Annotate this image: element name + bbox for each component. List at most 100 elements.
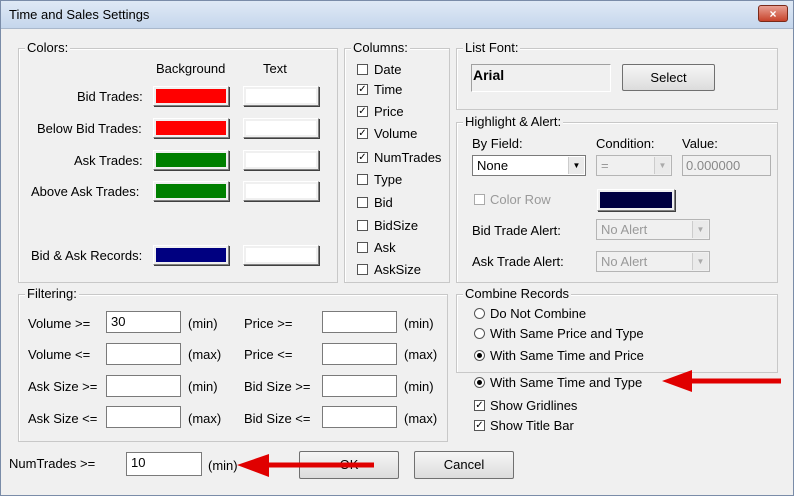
bid-trades-text-swatch[interactable] (243, 86, 319, 106)
show-title-bar-checkbox[interactable]: ✓ (474, 420, 485, 431)
bid-ask-records-label: Bid & Ask Records: (31, 248, 143, 263)
ask-trade-alert-label: Ask Trade Alert: (472, 254, 564, 269)
price-min-unit: (min) (404, 316, 434, 331)
font-name-value: Arial (473, 67, 505, 83)
do-not-combine-radio[interactable] (474, 308, 485, 319)
volume-min-field[interactable]: 30 (106, 311, 181, 333)
window-title: Time and Sales Settings (9, 7, 150, 22)
volume-min-label: Volume >= (28, 316, 91, 331)
color-row-checkbox[interactable] (474, 194, 485, 205)
column-type-checkbox[interactable] (357, 174, 368, 185)
column-ask-label[interactable]: Ask (374, 240, 396, 255)
price-max-unit: (max) (404, 347, 438, 362)
ask-trades-text-swatch[interactable] (243, 150, 319, 170)
column-time-checkbox[interactable]: ✓ (357, 84, 368, 95)
column-numtrades-label[interactable]: NumTrades (374, 150, 441, 165)
same-price-type-radio[interactable] (474, 328, 485, 339)
column-asksize-checkbox[interactable] (357, 264, 368, 275)
annotation-arrow-combine (662, 370, 781, 392)
by-field-label: By Field: (472, 136, 523, 151)
column-bid-checkbox[interactable] (357, 197, 368, 208)
chevron-down-icon: ▼ (692, 253, 708, 270)
column-bidsize-label[interactable]: BidSize (374, 218, 418, 233)
show-gridlines-checkbox[interactable]: ✓ (474, 400, 485, 411)
same-time-type-radio[interactable] (474, 377, 485, 388)
column-numtrades-checkbox[interactable]: ✓ (357, 152, 368, 163)
bid-ask-records-bg-swatch[interactable] (153, 245, 229, 265)
column-asksize-label[interactable]: AskSize (374, 262, 421, 277)
bid-trade-alert-dropdown[interactable]: No Alert ▼ (596, 219, 710, 240)
title-bar[interactable]: Time and Sales Settings × (1, 1, 793, 29)
ask-size-min-field[interactable] (106, 375, 181, 397)
condition-label: Condition: (596, 136, 655, 151)
colors-group-label: Colors: (25, 40, 71, 55)
by-field-dropdown[interactable]: None ▼ (472, 155, 586, 176)
below-bid-trades-text-swatch[interactable] (243, 118, 319, 138)
column-volume-label[interactable]: Volume (374, 126, 417, 141)
filtering-group-label: Filtering: (25, 286, 79, 301)
select-font-button[interactable]: Select (622, 64, 715, 91)
color-row-swatch[interactable] (597, 189, 675, 211)
condition-value: = (601, 158, 609, 173)
bid-size-max-unit: (max) (404, 411, 438, 426)
above-ask-trades-label: Above Ask Trades: (31, 184, 140, 199)
ask-size-max-label: Ask Size <= (28, 411, 98, 426)
volume-min-unit: (min) (188, 316, 218, 331)
show-gridlines-label[interactable]: Show Gridlines (490, 398, 577, 413)
close-button[interactable]: × (758, 5, 788, 22)
column-ask-checkbox[interactable] (357, 242, 368, 253)
bid-size-max-field[interactable] (322, 406, 397, 428)
bid-trade-alert-label: Bid Trade Alert: (472, 223, 561, 238)
ask-size-min-label: Ask Size >= (28, 379, 98, 394)
bid-trades-bg-swatch[interactable] (153, 86, 229, 106)
above-ask-trades-bg-swatch[interactable] (153, 181, 229, 201)
chevron-down-icon: ▼ (568, 157, 584, 174)
bid-ask-records-text-swatch[interactable] (243, 245, 319, 265)
volume-max-field[interactable] (106, 343, 181, 365)
condition-dropdown[interactable]: = ▼ (596, 155, 672, 176)
bid-trade-alert-value: No Alert (601, 222, 648, 237)
same-time-price-radio[interactable] (474, 350, 485, 361)
ask-trade-alert-value: No Alert (601, 254, 648, 269)
column-bid-label[interactable]: Bid (374, 195, 393, 210)
annotation-arrow-numtrades (237, 454, 374, 477)
text-column-header: Text (263, 61, 287, 76)
price-min-field[interactable] (322, 311, 397, 333)
column-price-label[interactable]: Price (374, 104, 404, 119)
above-ask-trades-text-swatch[interactable] (243, 181, 319, 201)
column-date-checkbox[interactable] (357, 64, 368, 75)
below-bid-trades-bg-swatch[interactable] (153, 118, 229, 138)
column-bidsize-checkbox[interactable] (357, 220, 368, 231)
bid-size-max-label: Bid Size <= (244, 411, 311, 426)
below-bid-trades-label: Below Bid Trades: (37, 121, 142, 136)
same-time-type-label[interactable]: With Same Time and Type (490, 375, 642, 390)
show-title-bar-label[interactable]: Show Title Bar (490, 418, 574, 433)
by-field-value: None (477, 158, 509, 173)
combine-records-group-label: Combine Records (463, 286, 572, 301)
chevron-down-icon: ▼ (692, 221, 708, 238)
ask-trades-bg-swatch[interactable] (153, 150, 229, 170)
ask-trade-alert-dropdown[interactable]: No Alert ▼ (596, 251, 710, 272)
ask-size-min-unit: (min) (188, 379, 218, 394)
same-time-price-label[interactable]: With Same Time and Price (490, 348, 644, 363)
value-field[interactable]: 0.000000 (682, 155, 771, 176)
same-price-type-label[interactable]: With Same Price and Type (490, 326, 644, 341)
column-type-label[interactable]: Type (374, 172, 402, 187)
column-time-label[interactable]: Time (374, 82, 402, 97)
ask-size-max-unit: (max) (188, 411, 222, 426)
bid-size-min-label: Bid Size >= (244, 379, 311, 394)
volume-max-label: Volume <= (28, 347, 91, 362)
bid-size-min-field[interactable] (322, 375, 397, 397)
settings-dialog: Time and Sales Settings × Colors: Backgr… (0, 0, 794, 496)
background-column-header: Background (156, 61, 226, 76)
column-volume-checkbox[interactable]: ✓ (357, 128, 368, 139)
cancel-button[interactable]: Cancel (414, 451, 514, 479)
ask-size-max-field[interactable] (106, 406, 181, 428)
column-price-checkbox[interactable]: ✓ (357, 106, 368, 117)
numtrades-field[interactable]: 10 (126, 452, 202, 476)
do-not-combine-label[interactable]: Do Not Combine (490, 306, 586, 321)
column-date-label[interactable]: Date (374, 62, 401, 77)
columns-group-label: Columns: (351, 40, 410, 55)
price-max-field[interactable] (322, 343, 397, 365)
list-font-group-label: List Font: (463, 40, 521, 55)
